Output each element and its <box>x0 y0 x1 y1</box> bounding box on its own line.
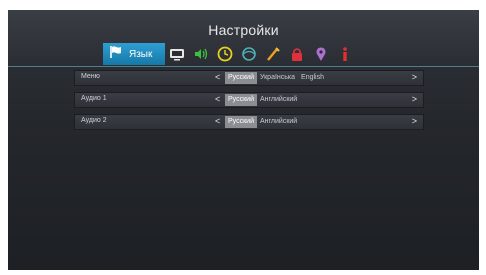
setting-row-menu[interactable]: Меню < Русский Українська English > <box>74 70 424 86</box>
arrow-right-icon[interactable]: > <box>412 94 417 104</box>
arrow-right-icon[interactable]: > <box>412 72 417 82</box>
arrow-right-icon[interactable]: > <box>412 116 417 126</box>
setting-label: Аудио 2 <box>81 117 107 124</box>
setting-label: Меню <box>81 73 100 80</box>
tab-time[interactable] <box>213 43 237 65</box>
option-list: Русский Английский <box>225 94 300 106</box>
setting-row-audio2[interactable]: Аудио 2 < Русский Английский > <box>74 114 424 130</box>
audio-icon <box>195 48 208 60</box>
clock-icon <box>217 46 233 62</box>
info-icon <box>343 47 347 61</box>
option-selected[interactable]: Русский <box>225 116 257 128</box>
tab-audio[interactable] <box>189 43 213 65</box>
setting-label: Аудио 1 <box>81 95 107 102</box>
location-icon <box>316 47 326 61</box>
tab-language[interactable]: Язык <box>103 43 165 65</box>
option[interactable]: Английский <box>257 116 300 128</box>
tab-bar: Язык <box>103 43 357 65</box>
tab-location[interactable] <box>309 43 333 65</box>
tab-display[interactable] <box>165 43 189 65</box>
option[interactable]: English <box>298 72 327 84</box>
tools-icon <box>267 47 280 61</box>
display-icon <box>170 49 184 61</box>
option-selected[interactable]: Русский <box>225 72 257 84</box>
tab-tools[interactable] <box>261 43 285 65</box>
setting-row-audio1[interactable]: Аудио 1 < Русский Английский > <box>74 92 424 108</box>
option[interactable]: Українська <box>257 72 298 84</box>
arrow-left-icon[interactable]: < <box>215 116 220 126</box>
option-selected[interactable]: Русский <box>225 94 257 106</box>
settings-screen: Настройки Язык Меню < Русский Українська… <box>8 10 479 270</box>
tab-info[interactable] <box>333 43 357 65</box>
page-title: Настройки <box>208 22 279 38</box>
header: Настройки Язык <box>8 10 479 67</box>
option[interactable]: Английский <box>257 94 300 106</box>
lock-icon <box>292 48 302 61</box>
settings-list: Меню < Русский Українська English > Ауди… <box>74 70 424 136</box>
tab-language-label: Язык <box>129 48 153 60</box>
tab-network[interactable] <box>237 43 261 65</box>
option-list: Русский Українська English <box>225 72 327 84</box>
tab-lock[interactable] <box>285 43 309 65</box>
flag-icon <box>109 45 123 64</box>
option-list: Русский Английский <box>225 116 300 128</box>
arrow-left-icon[interactable]: < <box>215 72 220 82</box>
arrow-left-icon[interactable]: < <box>215 94 220 104</box>
network-icon <box>242 47 256 61</box>
